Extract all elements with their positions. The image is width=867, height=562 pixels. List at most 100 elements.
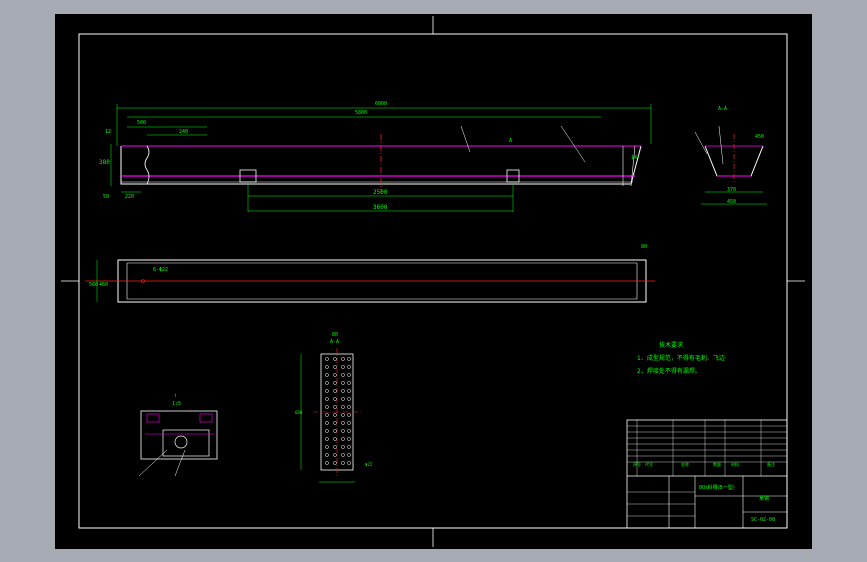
plate-hole-icon bbox=[347, 453, 351, 457]
plate-view: 80 A-A 660 Φ22 bbox=[295, 332, 373, 483]
dim-240-text: 240 bbox=[179, 129, 188, 135]
parts-list-rows bbox=[627, 420, 787, 476]
plate-hole-icon bbox=[325, 381, 329, 385]
plate-hole-icon bbox=[333, 445, 337, 449]
plate-hole-icon bbox=[341, 389, 345, 393]
dim-overall-text: 6000 bbox=[375, 101, 387, 107]
detail-slot-left bbox=[146, 413, 160, 423]
tech-item-1: 1、成型规范，不得有毛刺、飞边 bbox=[637, 354, 725, 362]
detail-leader-2 bbox=[138, 449, 168, 477]
section-leader-b bbox=[718, 125, 724, 165]
dim-top-inner: 460 bbox=[99, 282, 108, 288]
plate-dim-top: 80 bbox=[332, 332, 338, 338]
plate-hole-icon bbox=[347, 437, 351, 441]
plate-hole-icon bbox=[341, 413, 345, 417]
plate-hole-icon bbox=[333, 461, 337, 465]
plate-hole-icon bbox=[333, 405, 337, 409]
drawing-number: SC-02-00 bbox=[751, 517, 775, 523]
title-block: 80t斜槽(B一型) 某钢 SC-02-00 序号 代号 名称 数量 材料 备注 bbox=[626, 419, 788, 529]
dim-section-inner: 370 bbox=[727, 187, 736, 193]
plate-hole-icon bbox=[341, 373, 345, 377]
dim-inner-text: 5800 bbox=[355, 110, 367, 116]
plate-hole-icon bbox=[347, 389, 351, 393]
plate-hole-icon bbox=[347, 413, 351, 417]
plate-hole-icon bbox=[341, 397, 345, 401]
plate-hole-icon bbox=[341, 421, 345, 425]
plate-hole-icon bbox=[333, 429, 337, 433]
plate-hole-icon bbox=[325, 405, 329, 409]
top-view-note: 6-Φ22 bbox=[153, 267, 168, 273]
plate-hole-icon bbox=[325, 437, 329, 441]
detail-leader-1 bbox=[174, 449, 186, 477]
detail-outline bbox=[140, 410, 218, 460]
plate-hole-icon bbox=[333, 437, 337, 441]
plate-hole-icon bbox=[333, 413, 337, 417]
plate-hole-icon bbox=[325, 357, 329, 361]
plate-hole-icon bbox=[347, 461, 351, 465]
break-line bbox=[144, 145, 150, 185]
plate-hole-icon bbox=[347, 381, 351, 385]
plate-hole-icon bbox=[325, 373, 329, 377]
plate-hole-icon bbox=[347, 397, 351, 401]
plate-hole-icon bbox=[347, 405, 351, 409]
leader-3 bbox=[460, 125, 471, 153]
dim-section-outer: 450 bbox=[727, 199, 736, 205]
plate-hole-icon bbox=[333, 453, 337, 457]
plate-hole-icon bbox=[325, 413, 329, 417]
plate-hole-icon bbox=[341, 453, 345, 457]
plate-hole-icon bbox=[341, 405, 345, 409]
cad-drawing-canvas: 6000 5800 500 240 12 380 50 220 2500 360… bbox=[55, 14, 812, 549]
parts-header-name: 名称 bbox=[681, 461, 689, 467]
plate-hole-icon bbox=[325, 429, 329, 433]
plate-hole-icon bbox=[347, 429, 351, 433]
plate-hole-icon bbox=[325, 461, 329, 465]
plate-hole-icon bbox=[333, 365, 337, 369]
plate-hole-icon bbox=[341, 381, 345, 385]
parts-header-material: 材料 bbox=[731, 461, 739, 467]
dim-50-text: 50 bbox=[103, 194, 109, 200]
plate-hole-icon bbox=[325, 365, 329, 369]
plate-hole-icon bbox=[347, 373, 351, 377]
dim-220-text: 220 bbox=[125, 194, 134, 200]
section-mark-a: A bbox=[509, 138, 512, 144]
plate-hole-icon bbox=[341, 357, 345, 361]
drawing-svg: 6000 5800 500 240 12 380 50 220 2500 360… bbox=[61, 16, 805, 547]
plate-hole-icon bbox=[333, 421, 337, 425]
dim-3600-text: 3600 bbox=[373, 204, 388, 211]
detail-hole-icon bbox=[174, 435, 188, 449]
dim-section-top: 450 bbox=[755, 134, 764, 140]
plate-hole-icon bbox=[325, 397, 329, 401]
tech-heading: 技术要求 bbox=[659, 341, 683, 349]
detail-slot-right bbox=[199, 413, 213, 423]
plate-hole-icon bbox=[341, 445, 345, 449]
parts-header-code: 代号 bbox=[645, 461, 653, 467]
dim-angle-text: 14° bbox=[631, 155, 640, 161]
detail-view: Ⅰ 1:5 bbox=[138, 393, 218, 477]
top-view: 6-Φ22 560 460 80 bbox=[85, 244, 655, 303]
plate-hole-icon bbox=[325, 445, 329, 449]
end-plate-2 bbox=[630, 145, 636, 187]
plate-hole-icon bbox=[325, 453, 329, 457]
plate-hole-icon bbox=[333, 389, 337, 393]
plate-label: A-A bbox=[330, 339, 339, 345]
plate-hole-icon bbox=[341, 365, 345, 369]
plate-hole-icon bbox=[333, 373, 337, 377]
plate-dim-height: 660 bbox=[295, 410, 303, 415]
plate-hole-icon bbox=[341, 429, 345, 433]
plate-hole-icon bbox=[333, 357, 337, 361]
section-leader-a bbox=[694, 131, 708, 155]
plate-hole-icon bbox=[333, 381, 337, 385]
plate-hole-icon bbox=[333, 397, 337, 401]
parts-header-qty: 数量 bbox=[713, 461, 721, 467]
plate-hole-icon bbox=[347, 357, 351, 361]
plate-hole-icon bbox=[325, 421, 329, 425]
plate-holes bbox=[325, 357, 351, 465]
dim-top-outer: 560 bbox=[89, 282, 98, 288]
plate-hole-dim: Φ22 bbox=[365, 462, 373, 467]
parts-header-no: 序号 bbox=[633, 461, 641, 467]
plate-hole-icon bbox=[347, 421, 351, 425]
dim-380-text: 380 bbox=[99, 159, 110, 166]
plate-hole-icon bbox=[347, 365, 351, 369]
parts-header-remark: 备注 bbox=[767, 461, 775, 467]
dim-12-text: 12 bbox=[105, 129, 111, 135]
